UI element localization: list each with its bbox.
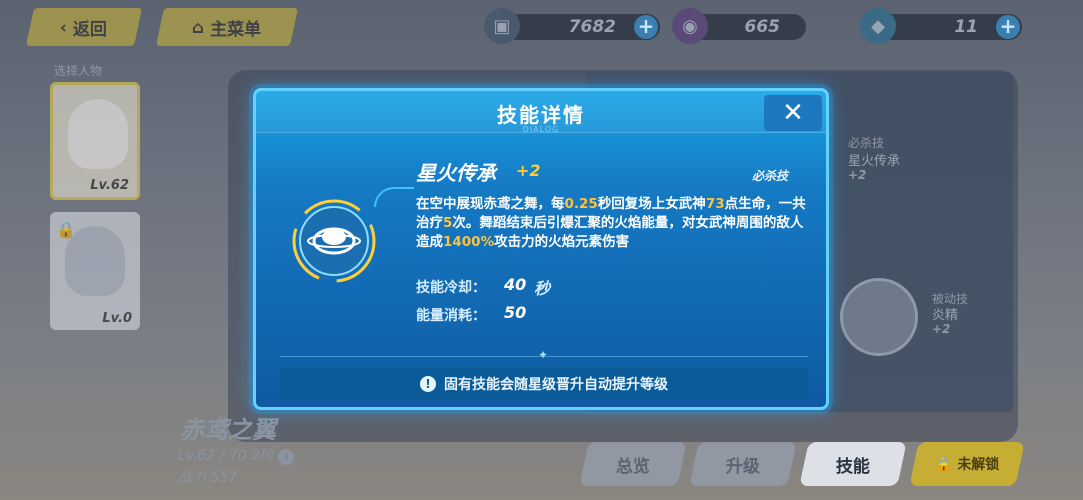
character-card-level-2: Lv.0 [102, 311, 132, 326]
character-card-level-1: Lv.62 [90, 178, 129, 193]
energy-cost-value: 50 [504, 303, 527, 322]
add-resource-1-button[interactable]: + [634, 15, 658, 39]
sparkle-icon: ✦ [538, 348, 549, 362]
skill-emblem-icon [292, 199, 376, 283]
dialog-header: 技能详情 DIALOG ✕ [256, 91, 826, 134]
main-menu-button[interactable]: ⌂ 主菜单 [155, 8, 299, 46]
tab-upgrade-label: 升级 [726, 456, 760, 477]
tab-upgrade[interactable]: 升级 [689, 442, 797, 486]
skill-icon [292, 199, 376, 283]
resource-value-3: 11 [954, 17, 978, 37]
skill-detail-dialog: 技能详情 DIALOG ✕ 星火传承 +2 必杀技 在空中展现赤鸢之舞，每0.2… [253, 88, 829, 410]
desc-highlight: 5 [443, 215, 453, 231]
close-icon: ✕ [782, 98, 804, 128]
character-name: 赤鸢之翼 [180, 416, 276, 444]
character-level: Lv.62 [178, 448, 216, 464]
decorative-arc [374, 187, 414, 207]
desc-highlight: 1400% [443, 234, 495, 250]
add-resource-3-button[interactable]: + [996, 15, 1020, 39]
skill-level-bonus: +2 [516, 161, 541, 180]
character-list-label: 选择人物 [54, 64, 103, 78]
desc-text: 攻击力的火焰元素伤害 [494, 234, 630, 250]
resource-value-2: 665 [744, 17, 781, 37]
dialog-subtitle: DIALOG [522, 125, 560, 134]
info-icon[interactable]: i [278, 449, 295, 465]
skill-name: 星火传承 [416, 161, 496, 185]
skill-description: 在空中展现赤鸢之舞，每0.25秒回复场上女武神73点生命，一共治疗5次。舞蹈结束… [416, 195, 806, 252]
lock-icon: 🔒 [934, 457, 953, 473]
home-icon: ⌂ [192, 17, 205, 37]
back-button[interactable]: ‹ 返回 [25, 8, 143, 46]
resource-value-1: 7682 [568, 17, 616, 37]
energy-cost-label: 能量消耗： [416, 308, 486, 324]
skill-type: 必杀技 [751, 169, 788, 183]
tab-locked[interactable]: 🔒 未解锁 [909, 442, 1025, 486]
character-info: Lv.62 / 70 2阶 i 战力 557 [178, 445, 295, 489]
tab-locked-label: 未解锁 [957, 457, 1000, 473]
desc-highlight: 0.25 [564, 196, 598, 212]
exclamation-icon: ! [420, 376, 436, 392]
power-label: 战力 [178, 470, 206, 486]
desc-text: 秒回复场上女武神 [597, 196, 706, 212]
bg-ultimate-label: 必杀技 [848, 136, 885, 150]
character-rank: 2阶 [251, 448, 275, 464]
back-label: 返回 [73, 19, 108, 40]
power-value: 557 [210, 470, 238, 486]
tab-skills-label: 技能 [836, 456, 870, 477]
cooldown-unit: 秒 [534, 279, 551, 298]
close-button[interactable]: ✕ [764, 95, 822, 131]
resource-counter-3: ◆ 11 + [860, 8, 1022, 44]
chevron-left-icon: ‹ [60, 17, 68, 37]
bg-ultimate-name: 星火传承 [848, 154, 901, 169]
notice-bar: ! 固有技能会随星级晋升自动提升等级 [280, 368, 808, 400]
tab-overview[interactable]: 总览 [579, 442, 687, 486]
cooldown-label: 技能冷却： [416, 280, 486, 296]
resource-counter-2: ◉ 665 [672, 8, 806, 44]
lock-icon: 🔒 [56, 220, 76, 239]
tab-overview-label: 总览 [616, 456, 650, 477]
bg-passive-skill-icon[interactable] [840, 278, 918, 356]
tab-skills[interactable]: 技能 [799, 442, 907, 486]
notice-text: 固有技能会随星级晋升自动提升等级 [444, 377, 668, 393]
dialog-title: 技能详情 [497, 103, 585, 127]
character-portrait-1 [68, 99, 128, 169]
stamina-crystal-icon: ◆ [860, 8, 896, 44]
dumbbell-icon: ▣ [484, 8, 520, 44]
desc-text: 在空中展现赤鸢之舞，每 [416, 196, 565, 212]
cooldown-value: 40 [504, 275, 527, 294]
character-card-1[interactable]: Lv.62 [50, 82, 140, 200]
character-card-2[interactable]: 🔒 Lv.0 [50, 212, 140, 330]
resource-counter-1: ▣ 7682 + [484, 8, 660, 44]
character-level-cap: / 70 [219, 448, 247, 464]
bg-passive-plus: +2 [932, 322, 951, 336]
main-menu-label: 主菜单 [210, 19, 262, 40]
desc-highlight: 73 [705, 196, 725, 212]
bg-ultimate-plus: +2 [848, 168, 867, 182]
bg-passive-name: 炎精 [932, 308, 959, 323]
crystal-orb-icon: ◉ [672, 8, 708, 44]
